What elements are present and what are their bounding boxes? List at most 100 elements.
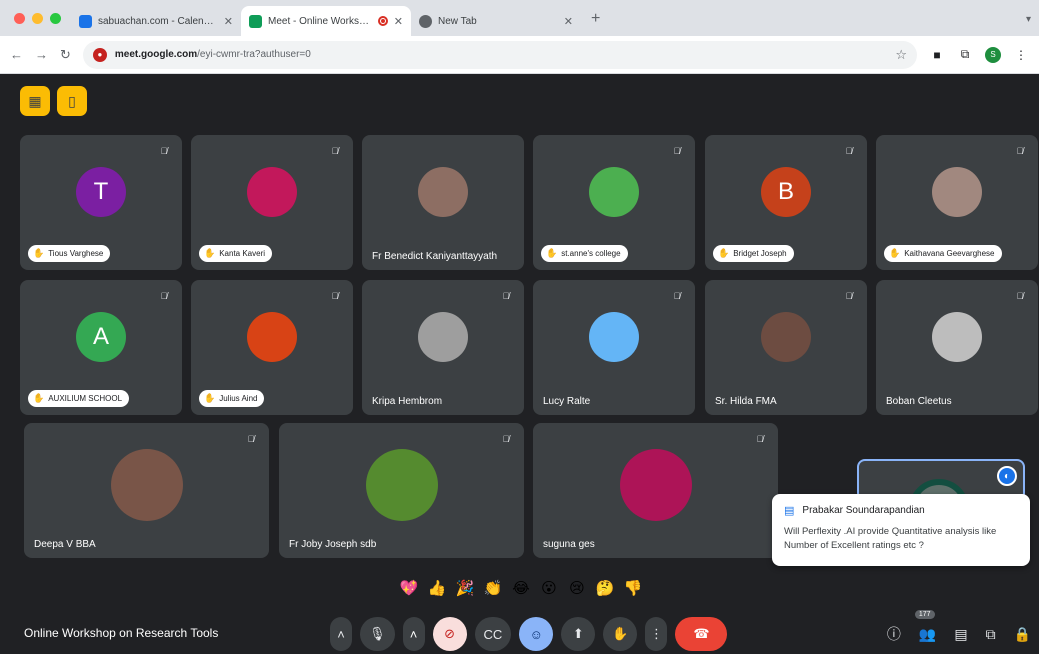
meeting-info-icon[interactable]: ⓘ <box>887 624 901 644</box>
participant-tile[interactable]: 🎙̸ Kripa Hembrom <box>362 280 524 415</box>
participant-tile[interactable]: 🎙̸ suguna ges <box>533 423 778 558</box>
participant-tile[interactable]: Fr Benedict Kaniyanttayyath <box>362 135 524 270</box>
close-tab-icon[interactable]: ✕ <box>394 15 403 28</box>
captions-button[interactable]: CC <box>474 617 512 651</box>
window-controls <box>0 13 71 36</box>
close-window-button[interactable] <box>14 13 25 24</box>
participant-name-chip: ✋ Kaithavana Geevarghese <box>884 245 1002 262</box>
reaction-emoji[interactable]: 👏 <box>482 577 504 599</box>
minimize-window-button[interactable] <box>32 13 43 24</box>
new-tab-button[interactable]: + <box>581 10 610 36</box>
participant-tile[interactable]: 🎙̸ ✋ st.anne's college <box>533 135 695 270</box>
participant-name-chip: ✋ st.anne's college <box>541 245 628 262</box>
reaction-bar: 💖 👍 🎉 👏 😂 😮 😢 🤔 👎 <box>398 577 644 599</box>
camera-off-button[interactable]: ⊘ <box>432 617 467 651</box>
participant-name-chip: ✋ Bridget Joseph <box>713 245 794 262</box>
meeting-tool-button-2[interactable]: ▯ <box>57 86 87 116</box>
meeting-tool-button-1[interactable]: ▦ <box>20 86 50 116</box>
hand-icon: ✋ <box>612 626 629 641</box>
activities-icon[interactable]: ⧉ <box>986 626 996 643</box>
microphone-icon: 🎙 <box>369 626 386 641</box>
mic-off-icon: 🎙̸ <box>845 291 853 301</box>
participant-name: st.anne's college <box>561 249 621 258</box>
reaction-emoji[interactable]: 👍 <box>426 577 448 599</box>
address-bar[interactable]: ● meet.google.com/eyi-cwmr-tra?authuser=… <box>82 40 917 69</box>
participant-avatar <box>418 311 468 362</box>
chat-notification[interactable]: ▤ Prabakar Soundarapandian Will Perflexi… <box>772 494 1030 566</box>
people-button[interactable]: 177 👥 <box>914 609 936 643</box>
meet-favicon-icon <box>249 14 262 28</box>
profile-avatar[interactable]: S <box>985 46 1001 63</box>
tab-new-tab[interactable]: New Tab ✕ <box>411 6 581 36</box>
close-tab-icon[interactable]: ✕ <box>564 15 573 28</box>
video-options-button[interactable]: ˄ <box>402 617 425 651</box>
participant-avatar: B <box>761 166 811 217</box>
mic-off-icon: 🎙̸ <box>756 434 764 444</box>
participant-name: AUXILIUM SCHOOL <box>48 394 123 403</box>
mic-off-icon: 🎙̸ <box>247 434 255 444</box>
participant-name: Boban Cleetus <box>886 396 952 407</box>
participant-name: Deepa V BBA <box>34 539 96 550</box>
extensions-puzzle-icon[interactable]: ⧉ <box>957 47 973 63</box>
participant-name: Sr. Hilda FMA <box>715 396 777 407</box>
reaction-emoji[interactable]: 🤔 <box>594 577 616 599</box>
bookmark-star-icon[interactable]: ☆ <box>895 47 907 63</box>
kebab-menu-icon[interactable]: ⋮ <box>1013 47 1029 63</box>
browser-tab-bar: sabuachan.com - Calendar - ✕ Meet - Onli… <box>0 0 1039 36</box>
participant-name: Kanta Kaveri <box>219 249 266 258</box>
mic-off-icon: 🎙̸ <box>160 291 168 301</box>
present-button[interactable]: ⬆ <box>561 617 596 651</box>
chat-button-icon[interactable]: ▤ <box>954 626 967 643</box>
audio-options-button[interactable]: ˄ <box>330 617 352 651</box>
reaction-emoji[interactable]: 😢 <box>566 577 588 599</box>
extension-icon[interactable]: ■ <box>929 47 945 63</box>
recording-icon <box>377 16 388 26</box>
participant-tile[interactable]: 🎙̸ Deepa V BBA <box>24 423 269 558</box>
raised-hand-icon: ✋ <box>546 248 558 258</box>
participant-name-chip: ✋ AUXILIUM SCHOOL <box>28 390 130 407</box>
participant-name: Kaithavana Geevarghese <box>904 249 995 258</box>
no-video-tile-icon: ▦ <box>28 92 42 109</box>
participant-tile[interactable]: 🎙̸ Fr Joby Joseph sdb <box>279 423 524 558</box>
participant-tile[interactable]: 🎙̸ B ✋ Bridget Joseph <box>705 135 867 270</box>
participant-tile[interactable]: 🎙̸ Lucy Ralte <box>533 280 695 415</box>
notification-message: Will Perflexity .AI provide Quantitative… <box>784 526 997 551</box>
url-host: meet.google.com <box>114 49 198 60</box>
reload-icon[interactable]: ↻ <box>60 47 71 63</box>
mic-off-icon: 🎙̸ <box>1016 291 1024 301</box>
reaction-emoji[interactable]: 💖 <box>398 577 420 599</box>
mic-off-icon: 🎙̸ <box>502 291 510 301</box>
participant-tile[interactable]: 🎙̸ Sr. Hilda FMA <box>705 280 867 415</box>
close-tab-icon[interactable]: ✕ <box>224 15 233 28</box>
tab-meet[interactable]: Meet - Online Workshop o ✕ <box>241 6 411 36</box>
leave-call-button[interactable]: ☎ <box>675 617 728 651</box>
participant-tile[interactable]: 🎙̸ Boban Cleetus <box>876 280 1038 415</box>
participant-tile[interactable]: 🎙̸ ✋ Kanta Kaveri <box>191 135 353 270</box>
raise-hand-button[interactable]: ✋ <box>603 617 638 651</box>
reactions-button[interactable]: ☺ <box>519 617 554 651</box>
participant-tile[interactable]: 🎙̸ T ✋ Tious Varghese <box>20 135 182 270</box>
emoji-icon: ☺ <box>529 626 543 642</box>
forward-arrow-icon[interactable]: → <box>35 47 48 62</box>
maximize-window-button[interactable] <box>50 13 61 24</box>
captions-icon: CC <box>483 626 503 642</box>
reaction-emoji[interactable]: 😮 <box>538 577 560 599</box>
participant-tile[interactable]: 🎙̸ ✋ Kaithavana Geevarghese <box>876 135 1038 270</box>
chevron-up-icon: ˄ <box>409 626 418 642</box>
mic-off-icon: 🎙̸ <box>845 146 853 156</box>
reaction-emoji[interactable]: 🎉 <box>454 577 476 599</box>
host-controls-icon[interactable]: 🔒 <box>1014 626 1031 643</box>
tab-search-chevron-icon[interactable]: ▾ <box>1026 14 1031 25</box>
participant-tile[interactable]: 🎙̸ A ✋ AUXILIUM SCHOOL <box>20 280 182 415</box>
microphone-button[interactable]: 🎙 <box>360 617 395 651</box>
site-info-icon[interactable]: ● <box>92 47 107 62</box>
reaction-emoji[interactable]: 😂 <box>510 577 532 599</box>
more-options-button[interactable]: ⋮ <box>645 617 668 651</box>
tab-calendar[interactable]: sabuachan.com - Calendar - ✕ <box>71 6 241 36</box>
back-arrow-icon[interactable]: ← <box>10 47 23 62</box>
participant-tile[interactable]: 🎙̸ ✋ Julius Aind <box>191 280 353 415</box>
reaction-emoji[interactable]: 👎 <box>622 577 644 599</box>
participant-avatar <box>761 311 811 362</box>
pin-self-icon[interactable]: ◐ <box>997 466 1017 486</box>
raised-hand-icon: ✋ <box>889 248 901 258</box>
